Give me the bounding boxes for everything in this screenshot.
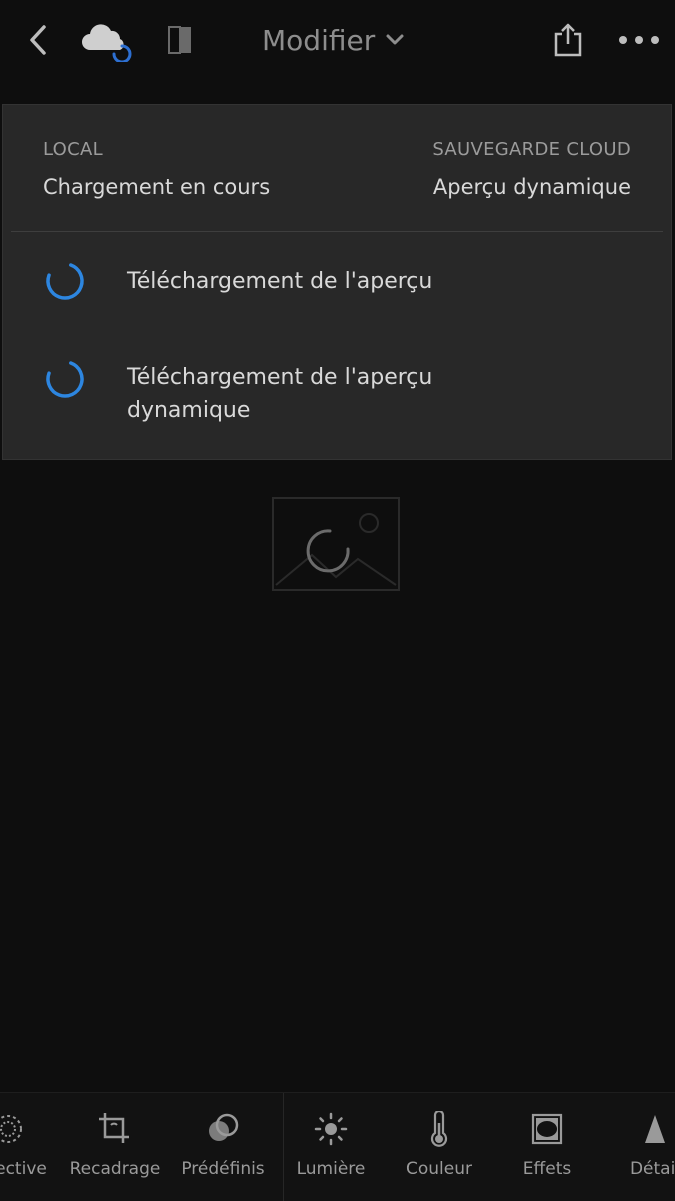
top-bar: Modifier bbox=[0, 0, 675, 100]
crop-icon bbox=[99, 1113, 129, 1143]
tool-label: Effets bbox=[522, 1159, 572, 1179]
tool-color[interactable]: Couleur bbox=[385, 1093, 493, 1201]
divider bbox=[11, 231, 663, 232]
back-button[interactable] bbox=[18, 20, 58, 60]
task-row: Téléchargement de l'aperçu bbox=[43, 259, 631, 303]
tool-presets[interactable]: Prédéfinis bbox=[169, 1093, 277, 1201]
more-button[interactable] bbox=[614, 20, 664, 60]
tool-label: Détail bbox=[629, 1159, 675, 1179]
local-label: LOCAL bbox=[43, 139, 103, 160]
detail-icon bbox=[645, 1115, 665, 1143]
tool-selective[interactable]: Sélective bbox=[0, 1093, 62, 1201]
back-chevron-icon bbox=[30, 25, 46, 55]
local-status: Chargement en cours bbox=[43, 175, 271, 199]
tool-label: Prédéfinis bbox=[181, 1159, 265, 1179]
share-icon bbox=[554, 23, 582, 57]
light-icon bbox=[314, 1112, 348, 1146]
cloud-sync-icon bbox=[82, 24, 132, 62]
tool-effects[interactable]: Effets bbox=[493, 1093, 601, 1201]
tool-detail[interactable]: Détail bbox=[601, 1093, 675, 1201]
compare-icon bbox=[168, 26, 191, 54]
tool-light[interactable]: Lumière bbox=[277, 1093, 385, 1201]
tool-label: Couleur bbox=[406, 1159, 472, 1179]
mode-selector[interactable]: Modifier bbox=[262, 18, 405, 62]
cloud-sync-button[interactable] bbox=[80, 18, 136, 62]
share-button[interactable] bbox=[548, 18, 588, 62]
tool-label: Sélective bbox=[0, 1159, 47, 1179]
task-row: Téléchargement de l'aperçu dynamique bbox=[43, 357, 631, 427]
compare-button[interactable] bbox=[160, 20, 200, 60]
edit-toolbar: Sélective Recadrage Prédéfinis Lumière bbox=[0, 1092, 675, 1201]
cloud-label: SAUVEGARDE CLOUD bbox=[432, 139, 631, 160]
cloud-status: Aperçu dynamique bbox=[432, 175, 631, 199]
tool-crop[interactable]: Recadrage bbox=[61, 1093, 169, 1201]
effects-icon bbox=[531, 1113, 563, 1145]
page-title: Modifier bbox=[262, 23, 376, 57]
sync-status-panel: LOCAL Chargement en cours SAUVEGARDE CLO… bbox=[2, 104, 672, 460]
tool-label: Recadrage bbox=[69, 1159, 161, 1179]
color-icon bbox=[430, 1111, 448, 1147]
task-label: Téléchargement de l'aperçu bbox=[127, 269, 433, 294]
more-icon bbox=[619, 36, 659, 44]
loading-spinner-icon bbox=[46, 360, 84, 398]
tool-label: Lumière bbox=[296, 1159, 366, 1179]
selective-icon bbox=[0, 1115, 22, 1143]
image-placeholder-icon bbox=[272, 497, 400, 591]
task-label: Téléchargement de l'aperçu dynamique bbox=[127, 365, 433, 423]
chevron-down-icon bbox=[386, 34, 404, 45]
loading-spinner-icon bbox=[46, 262, 84, 300]
presets-icon bbox=[209, 1113, 239, 1141]
